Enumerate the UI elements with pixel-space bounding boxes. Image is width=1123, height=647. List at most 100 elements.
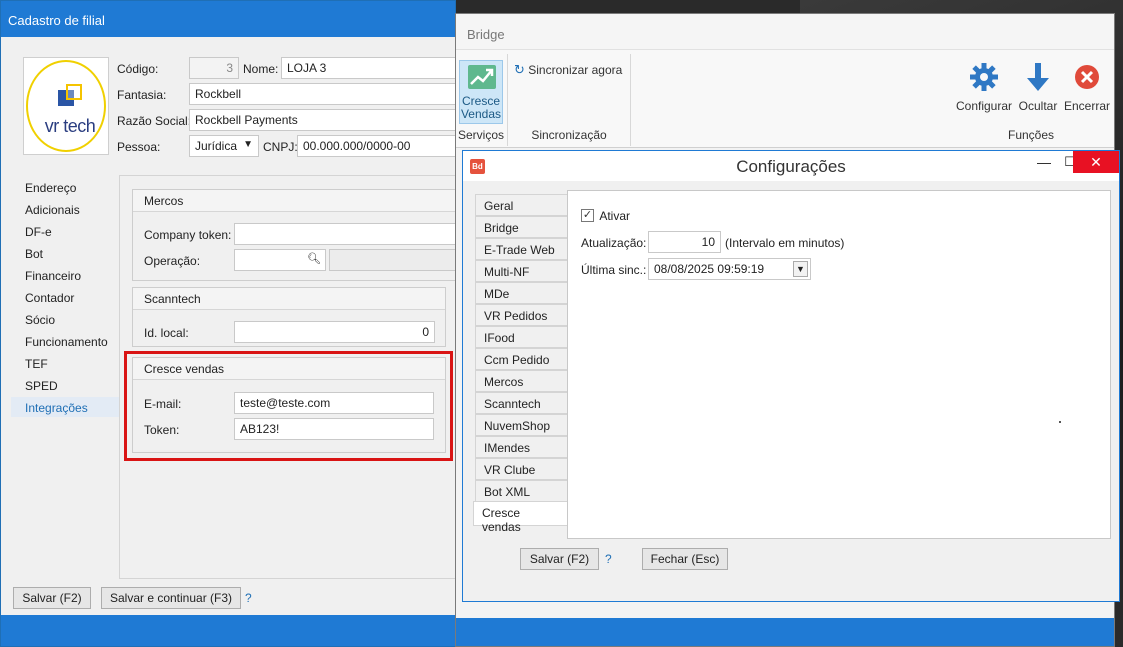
config-title: Configurações [736,157,846,176]
sync-now-label: Sincronizar agora [528,63,623,77]
company-token-label: Company token: [144,228,232,242]
close-icon[interactable]: ✕ [1073,151,1119,173]
servicos-group-label: Serviços [457,128,504,142]
operacao-field[interactable]: 🔍︎ [234,249,326,271]
sync-now-button[interactable]: ↻ Sincronizar agora [514,62,622,78]
encerrar-button[interactable]: Encerrar [1062,62,1112,113]
atualizacao-label: Atualização: [581,236,647,250]
nome-label: Nome: [243,62,279,76]
cresce-vendas-label: Cresce Vendas [460,94,502,121]
nav-item-tef[interactable]: TEF [25,357,48,371]
nav-item-funcionamento[interactable]: Funcionamento [25,335,108,349]
razao-social-field[interactable]: Rockbell Payments [189,109,455,131]
save-button[interactable]: Salvar (F2) [13,587,91,609]
nav-item-endereco[interactable]: Endereço [25,181,76,195]
cresce-vendas-button[interactable]: Cresce Vendas [459,60,503,124]
tab-cresce-vendas[interactable]: Cresce vendas [473,501,568,534]
arrow-down-icon [1027,63,1049,91]
cnpj-field[interactable]: 00.000.000/0000-00 [297,135,455,157]
tab-bot-xml[interactable]: Bot XML [475,480,568,502]
fantasia-label: Fantasia: [117,88,167,102]
operacao-label: Operação: [144,254,201,268]
status-bar [1,615,455,646]
pessoa-label: Pessoa: [117,140,161,154]
ativar-label: Ativar [599,208,631,223]
fantasia-field[interactable]: Rockbell [189,83,455,105]
ativar-checkbox[interactable]: ✓ Ativar [581,208,630,223]
chevron-down-icon: ▼ [243,139,253,150]
tab-mercos[interactable]: Mercos [475,370,568,392]
razao-social-label: Razão Social: [117,114,192,128]
nav-item-adicionais[interactable]: Adicionais [25,203,80,217]
logo-square-yellow [66,84,82,100]
cnpj-label: CNPJ: [263,140,298,154]
scanntech-group: Scanntech Id. local: 0 [132,287,446,347]
tab-vr-pedidos[interactable]: VR Pedidos [475,304,568,326]
config-titlebar: Bd Configurações — ☐ ✕ [463,151,1119,181]
ribbon-separator [630,54,631,146]
scanntech-header: Scanntech [133,288,445,310]
atualizacao-field[interactable]: 10 [648,231,721,253]
config-save-button[interactable]: Salvar (F2) [520,548,599,570]
company-logo: vr tech [23,57,109,155]
funcoes-group-label: Funções [1007,128,1055,142]
highlight-box [124,351,453,461]
checkmark-icon: ✓ [581,209,594,223]
tab-ifood[interactable]: IFood [475,326,568,348]
encerrar-label: Encerrar [1063,99,1110,113]
cadastro-filial-window: Cadastro de filial vr tech Código: 3 Nom… [0,0,456,647]
bridge-status-bar [456,618,1114,646]
tab-etrade-web[interactable]: E-Trade Web [475,238,568,260]
tab-ccm-pedido[interactable]: Ccm Pedido [475,348,568,370]
config-close-button[interactable]: Fechar (Esc) [642,548,728,570]
configurar-button[interactable]: Configurar [954,62,1014,113]
ocultar-label: Ocultar [1018,99,1058,113]
id-local-field[interactable]: 0 [234,321,435,343]
nav-item-socio[interactable]: Sócio [25,313,55,327]
pessoa-select[interactable]: Jurídica ▼ [189,135,259,157]
mercos-group: Mercos Company token: Operação: 🔍︎ [132,189,455,281]
nome-field[interactable]: LOJA 3 [281,57,455,79]
help-link[interactable]: ? [245,591,252,605]
stray-dot [1059,421,1061,423]
config-tabs: Geral Bridge E-Trade Web Multi-NF MDe VR… [475,194,568,502]
codigo-label: Código: [117,62,159,76]
configuracoes-window: Bd Configurações — ☐ ✕ Geral Bridge E-Tr… [462,150,1120,602]
logo-text: vr tech [44,116,96,136]
ribbon: Cresce Vendas Serviços ↻ Sincronizar ago… [456,50,1114,148]
ultima-sinc-value: 08/08/2025 09:59:19 [654,262,765,276]
sincronizacao-group-label: Sincronização [531,128,607,142]
save-continue-button[interactable]: Salvar e continuar (F3) [101,587,241,609]
tab-imendes[interactable]: IMendes [475,436,568,458]
nav-item-contador[interactable]: Contador [25,291,74,305]
gear-icon [970,63,998,91]
mercos-header: Mercos [133,190,455,212]
operacao-description-field [329,249,455,271]
nav-item-financeiro[interactable]: Financeiro [25,269,81,283]
pessoa-value: Jurídica [195,139,238,153]
tab-nuvemshop[interactable]: NuvemShop [475,414,568,436]
nav-item-integracoes[interactable]: Integrações [11,397,119,417]
ultima-sinc-datepicker[interactable]: 08/08/2025 09:59:19 ▼ [648,258,811,280]
nav-item-sped[interactable]: SPED [25,379,58,393]
tab-multi-nf[interactable]: Multi-NF [475,260,568,282]
cresce-vendas-config-panel: ✓ Ativar Atualização: 10 (Intervalo em m… [567,190,1111,539]
intervalo-hint: (Intervalo em minutos) [725,236,845,250]
chevron-down-icon[interactable]: ▼ [793,261,808,277]
configurar-label: Configurar [955,99,1013,113]
tab-mde[interactable]: MDe [475,282,568,304]
search-icon[interactable]: 🔍︎ [307,252,321,265]
tab-vr-clube[interactable]: VR Clube [475,458,568,480]
tab-scanntech[interactable]: Scanntech [475,392,568,414]
codigo-field[interactable]: 3 [189,57,239,79]
id-local-label: Id. local: [144,326,189,340]
tab-geral[interactable]: Geral [475,194,568,216]
close-circle-icon [1075,65,1099,89]
nav-item-dfe[interactable]: DF-e [25,225,52,239]
ocultar-button[interactable]: Ocultar [1016,62,1060,113]
nav-item-bot[interactable]: Bot [25,247,43,261]
window-title: Cadastro de filial [1,1,455,37]
company-token-field[interactable] [234,223,455,245]
tab-bridge[interactable]: Bridge [475,216,568,238]
config-help-link[interactable]: ? [605,552,612,566]
